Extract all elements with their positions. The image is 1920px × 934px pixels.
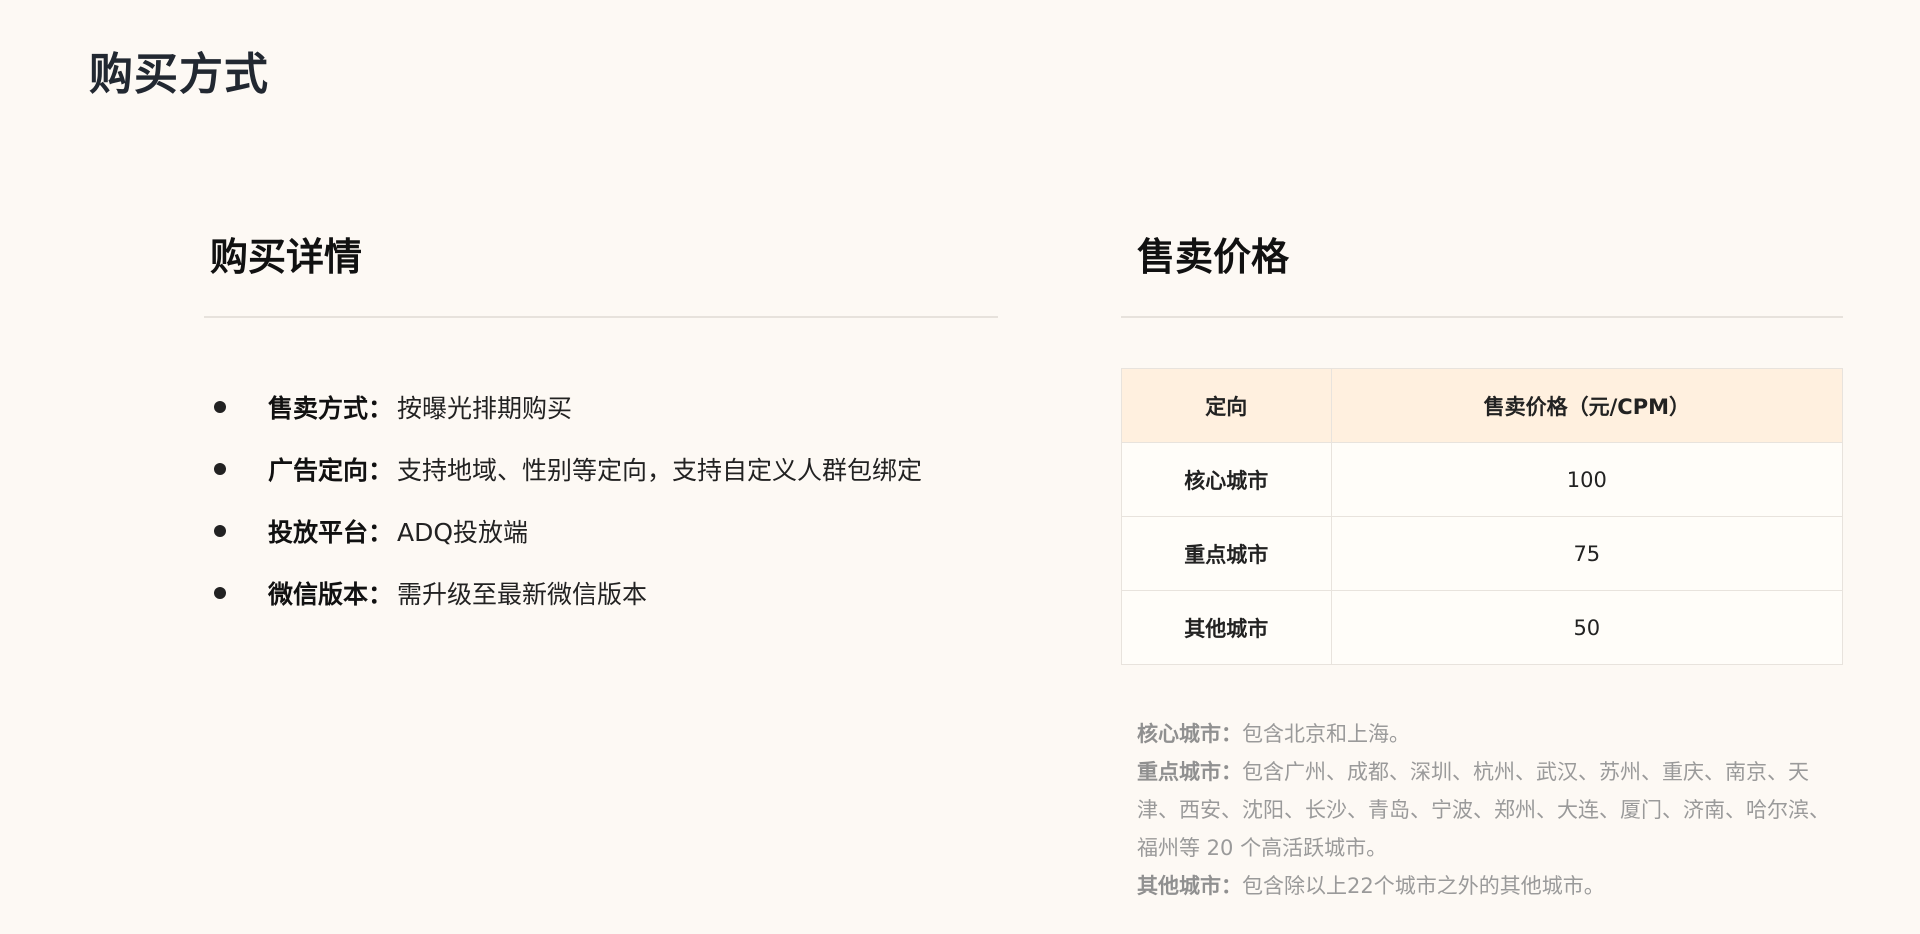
table-row: 核心城市 100 [1121,442,1844,517]
details-label: 广告定向： [268,456,394,485]
bullet-icon [214,525,226,537]
table-cell-price: 75 [1330,516,1844,591]
price-table: 定向 售卖价格（元/CPM） 核心城市 100 重点城市 75 其他城市 50 [1121,368,1844,665]
note-label: 核心城市： [1137,722,1242,746]
purchase-details-section: 购买详情 售卖方式： 按曝光排期购买 广告定向： 支持地域、性别等定向，支持自定… [204,228,998,624]
page: 购买方式 购买详情 售卖方式： 按曝光排期购买 广告定向： 支持地域、性别等定向… [0,0,1920,934]
table-header-cell: 定向 [1121,368,1332,443]
bullet-icon [214,401,226,413]
details-value: 按曝光排期购买 [397,394,573,423]
pricing-section: 售卖价格 定向 售卖价格（元/CPM） 核心城市 100 重点城市 75 其他城… [1121,228,1844,905]
divider [1121,316,1843,318]
list-item: 广告定向： 支持地域、性别等定向，支持自定义人群包绑定 [204,438,998,500]
bullet-icon [214,463,226,475]
table-cell-city: 核心城市 [1121,442,1332,517]
note-label: 其他城市： [1137,874,1242,898]
details-value: 支持地域、性别等定向，支持自定义人群包绑定 [397,456,923,485]
table-header-cell: 售卖价格（元/CPM） [1330,368,1844,443]
table-row: 其他城市 50 [1121,590,1844,665]
details-label: 售卖方式： [268,394,394,423]
bullet-icon [214,587,226,599]
table-cell-city: 其他城市 [1121,590,1332,665]
section-title-details: 购买详情 [210,235,363,279]
divider [204,316,998,318]
details-label: 投放平台： [268,518,394,547]
section-title-pricing: 售卖价格 [1137,235,1290,279]
details-label: 微信版本： [268,580,394,609]
table-cell-city: 重点城市 [1121,516,1332,591]
pricing-notes: 核心城市：包含北京和上海。 重点城市：包含广州、成都、深圳、杭州、武汉、苏州、重… [1137,715,1837,905]
note-item: 重点城市：包含广州、成都、深圳、杭州、武汉、苏州、重庆、南京、天津、西安、沈阳、… [1137,753,1837,867]
note-text: 包含北京和上海。 [1242,722,1410,746]
list-item: 投放平台： ADQ投放端 [204,500,998,562]
note-text: 包含除以上22个城市之外的其他城市。 [1242,874,1605,898]
note-item: 其他城市：包含除以上22个城市之外的其他城市。 [1137,867,1837,905]
table-cell-price: 50 [1330,590,1844,665]
note-label: 重点城市： [1137,760,1242,784]
table-row: 重点城市 75 [1121,516,1844,591]
page-title: 购买方式 [89,49,269,100]
details-list: 售卖方式： 按曝光排期购买 广告定向： 支持地域、性别等定向，支持自定义人群包绑… [204,376,998,624]
list-item: 售卖方式： 按曝光排期购买 [204,376,998,438]
details-value: 需升级至最新微信版本 [397,580,648,609]
table-header-row: 定向 售卖价格（元/CPM） [1121,368,1844,443]
table-cell-price: 100 [1330,442,1844,517]
list-item: 微信版本： 需升级至最新微信版本 [204,562,998,624]
note-item: 核心城市：包含北京和上海。 [1137,715,1837,753]
details-value: ADQ投放端 [397,518,529,547]
